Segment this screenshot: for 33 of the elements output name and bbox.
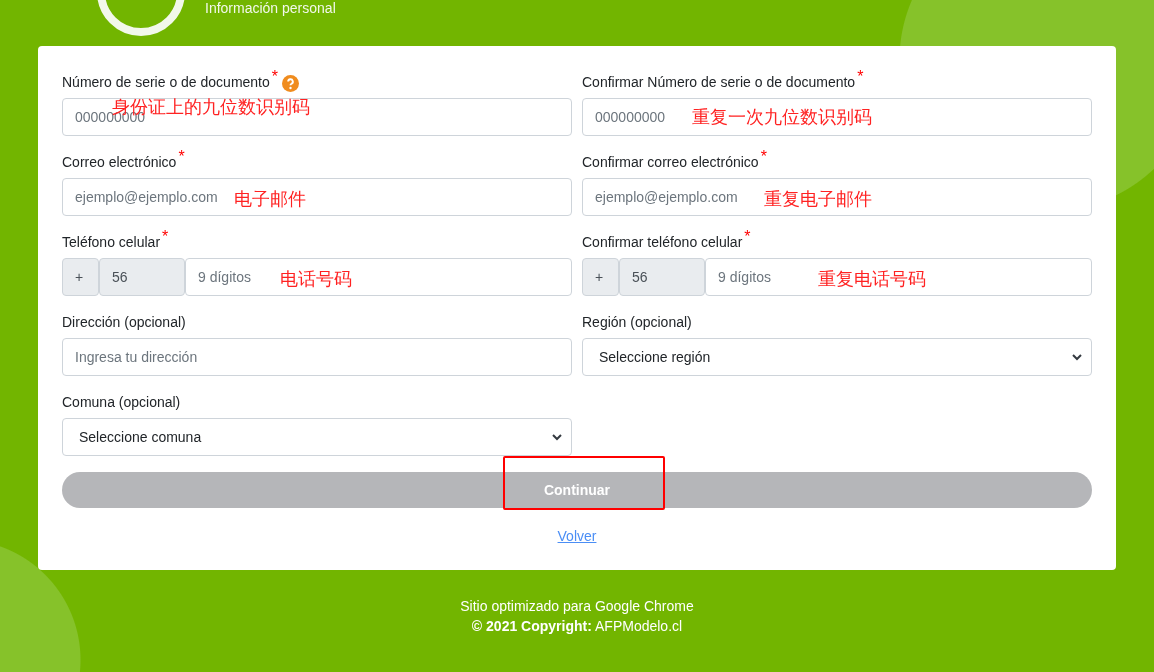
field-label: Confirmar teléfono celular (582, 233, 743, 250)
required-mark: * (744, 228, 751, 246)
required-mark: * (178, 148, 185, 166)
chevron-icon (1071, 351, 1083, 363)
annotation-note: 重复一次九位数识别码 (692, 105, 872, 129)
copyright-text: © 2021 Copyright: AFPModelo.cl (471, 618, 683, 634)
field-label: Número de serie o de documento (62, 73, 270, 90)
annotation-note: 电话号码 (280, 267, 352, 291)
input-field[interactable]: Ingresa tu dirección (62, 338, 572, 376)
footer-note: Sitio optimizado para Google Chrome (460, 598, 694, 614)
help-icon[interactable] (282, 75, 300, 92)
plus-prefix: + (582, 258, 619, 296)
field-label: Confirmar correo electrónico (582, 153, 759, 170)
annotation-note: 重复电话号码 (818, 267, 926, 291)
country-code: 56 (619, 258, 705, 296)
chevron-icon (551, 431, 563, 443)
field-label: Teléfono celular (62, 233, 161, 250)
country-code: 56 (99, 258, 185, 296)
required-mark: * (760, 148, 767, 166)
step-subtitle: Información personal (205, 0, 336, 16)
select-field[interactable]: Seleccione región (582, 338, 1092, 376)
annotation-note: 电子邮件 (234, 187, 306, 211)
required-mark: * (857, 68, 864, 86)
field-label: Comuna (opcional) (62, 393, 181, 410)
field-label: Confirmar Número de serie o de documento (582, 73, 856, 90)
select-field[interactable]: Seleccione comuna (62, 418, 572, 456)
annotation-note: 重复电子邮件 (764, 187, 872, 211)
field-label: Correo electrónico (62, 153, 177, 170)
field-label: Dirección (opcional) (62, 313, 186, 330)
field-label: Región (opcional) (582, 313, 692, 330)
required-mark: * (162, 228, 169, 246)
plus-prefix: + (62, 258, 99, 296)
required-mark: * (271, 68, 279, 86)
